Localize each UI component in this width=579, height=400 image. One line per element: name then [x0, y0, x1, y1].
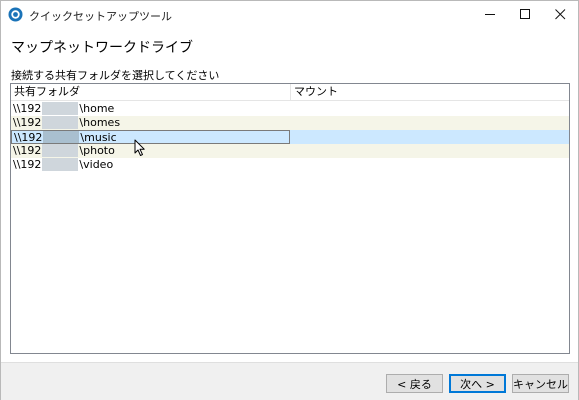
maximize-button[interactable] — [508, 1, 543, 27]
app-window: クイックセットアップツール マップネットワークドライブ 接続する共有フォルダを選… — [0, 0, 579, 400]
minimize-button[interactable] — [473, 1, 508, 27]
share-list[interactable]: 共有フォルダ マウント \\192 \home \\192 \homes \\192… — [10, 83, 570, 354]
share-path: \\192 \video — [13, 158, 114, 171]
mount-cell — [291, 130, 569, 144]
list-item[interactable]: \\192 \home — [11, 102, 569, 116]
app-logo-icon — [8, 7, 23, 22]
maximize-icon — [520, 8, 530, 19]
mouse-pointer-icon — [134, 139, 145, 156]
title-bar[interactable]: クイックセットアップツール — [1, 1, 578, 29]
next-button[interactable]: 次へ > — [449, 374, 506, 393]
redacted-ip — [42, 158, 79, 171]
redacted-ip — [42, 144, 79, 157]
list-item[interactable]: \\192 \video — [11, 158, 569, 172]
minimize-icon — [485, 13, 495, 15]
back-button[interactable]: < 戻る — [386, 374, 443, 393]
mount-cell — [291, 102, 569, 116]
share-path: \\192 \photo — [13, 144, 115, 157]
close-button[interactable] — [543, 1, 578, 27]
button-bar: < 戻る 次へ > キャンセル — [1, 362, 578, 400]
list-item[interactable]: \\192 \homes — [11, 116, 569, 130]
share-path: \\192 \home — [13, 102, 115, 115]
cancel-button[interactable]: キャンセル — [512, 374, 569, 393]
redacted-ip — [43, 131, 80, 144]
instruction-text: 接続する共有フォルダを選択してください — [11, 69, 220, 82]
redacted-ip — [42, 102, 79, 115]
redacted-ip — [42, 116, 79, 129]
mount-cell — [291, 144, 569, 158]
column-header-share-folder[interactable]: 共有フォルダ — [11, 84, 291, 101]
page-title: マップネットワークドライブ — [11, 40, 193, 56]
column-header-mount[interactable]: マウント — [291, 84, 569, 101]
list-item[interactable]: \\192 \photo — [11, 144, 569, 158]
list-header: 共有フォルダ マウント — [11, 84, 569, 101]
close-icon — [555, 8, 566, 19]
window-title: クイックセットアップツール — [29, 10, 172, 23]
mount-cell — [291, 116, 569, 130]
share-path: \\192 \music — [11, 130, 290, 144]
list-rows: \\192 \home \\192 \homes \\192 \music \\192… — [11, 102, 569, 172]
share-path: \\192 \homes — [13, 116, 121, 129]
list-item-selected[interactable]: \\192 \music — [11, 130, 569, 144]
mount-cell — [291, 158, 569, 172]
